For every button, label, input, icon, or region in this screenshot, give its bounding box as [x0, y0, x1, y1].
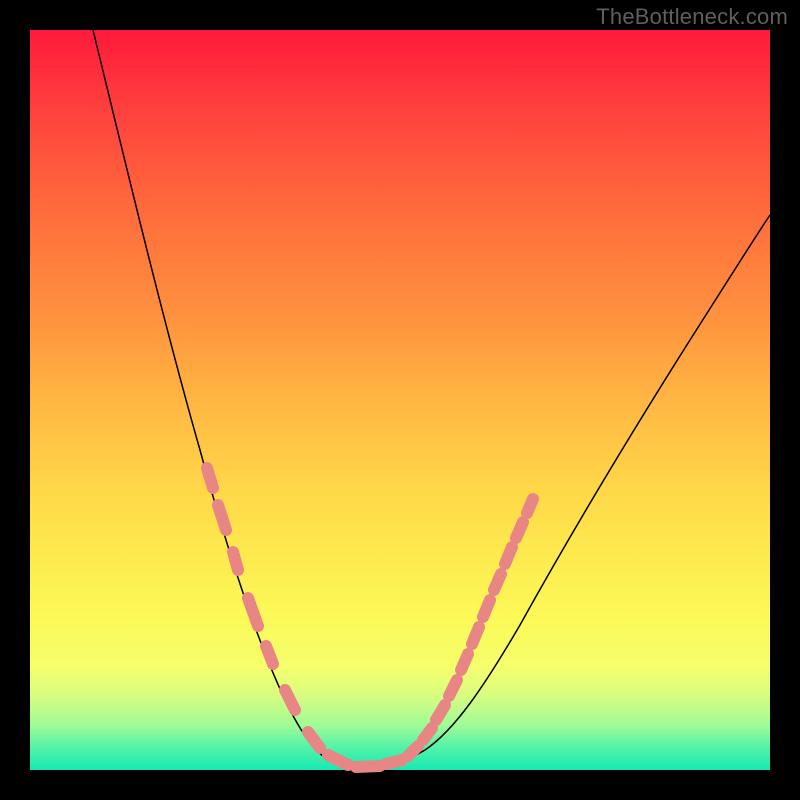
- salmon-dots-left: [207, 468, 295, 710]
- salmon-dots-bottom: [308, 732, 402, 767]
- watermark-text: TheBottleneck.com: [596, 4, 788, 30]
- salmon-dots-right: [408, 499, 533, 756]
- chart-frame: TheBottleneck.com: [0, 0, 800, 800]
- bottleneck-curve: [93, 30, 770, 768]
- curve-svg: [30, 30, 770, 770]
- plot-area: [30, 30, 770, 770]
